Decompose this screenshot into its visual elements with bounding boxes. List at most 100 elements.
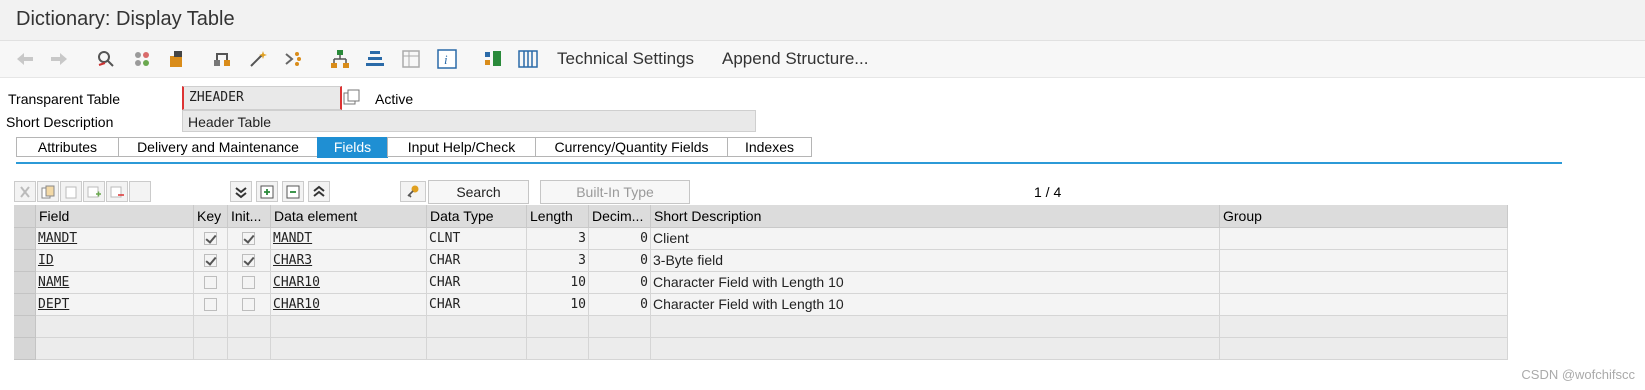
- row-selector[interactable]: [14, 338, 36, 360]
- stack-icon[interactable]: [364, 49, 386, 69]
- table-row-description[interactable]: 3-Byte field: [651, 250, 1220, 272]
- table-row-data-element[interactable]: CHAR10: [271, 294, 427, 316]
- empty-cell[interactable]: [36, 338, 194, 360]
- column-header-group[interactable]: Group: [1220, 205, 1508, 228]
- empty-cell[interactable]: [651, 316, 1220, 338]
- paste-icon[interactable]: [60, 181, 82, 202]
- hierarchy-icon[interactable]: [329, 49, 351, 69]
- table-row-decimals[interactable]: 0: [589, 228, 651, 250]
- table-row-group[interactable]: [1220, 272, 1508, 294]
- init-checkbox[interactable]: [242, 232, 255, 245]
- copy-rows-icon[interactable]: [37, 181, 59, 202]
- row-selector[interactable]: [14, 272, 36, 294]
- table-row-group[interactable]: [1220, 228, 1508, 250]
- table-row-decimals[interactable]: 0: [589, 294, 651, 316]
- empty-cell[interactable]: [589, 338, 651, 360]
- row-selector[interactable]: [14, 250, 36, 272]
- short-description-field[interactable]: Header Table: [182, 110, 756, 132]
- column-header-field[interactable]: Field: [36, 205, 194, 228]
- column-header-init[interactable]: Init...: [228, 205, 271, 228]
- column-header-data-element[interactable]: Data element: [271, 205, 427, 228]
- table-row-data-element[interactable]: CHAR3: [271, 250, 427, 272]
- column-header-short-description[interactable]: Short Description: [651, 205, 1220, 228]
- table-row-field[interactable]: NAME: [36, 272, 194, 294]
- table-layout-icon[interactable]: [400, 49, 422, 69]
- tab-currency-quantity-fields[interactable]: Currency/Quantity Fields: [535, 137, 728, 157]
- empty-cell[interactable]: [1220, 316, 1508, 338]
- table-row-decimals[interactable]: 0: [589, 250, 651, 272]
- table-row-group[interactable]: [1220, 294, 1508, 316]
- select-all-cell[interactable]: [14, 205, 36, 228]
- table-row-length[interactable]: 10: [527, 272, 589, 294]
- empty-cell[interactable]: [527, 338, 589, 360]
- key-icon[interactable]: [400, 181, 426, 202]
- empty-cell[interactable]: [651, 338, 1220, 360]
- activate-icon[interactable]: [166, 49, 188, 69]
- collapse-up-icon[interactable]: [308, 181, 330, 202]
- column-header-key[interactable]: Key: [194, 205, 228, 228]
- columns-icon[interactable]: [517, 49, 539, 69]
- table-row-group[interactable]: [1220, 250, 1508, 272]
- insert-new-icon[interactable]: [256, 181, 278, 202]
- tab-input-help-check[interactable]: Input Help/Check: [387, 137, 536, 157]
- table-row-data-type[interactable]: CLNT: [427, 228, 527, 250]
- table-row-decimals[interactable]: 0: [589, 272, 651, 294]
- display-change-icon[interactable]: [95, 49, 117, 69]
- table-row-length[interactable]: 10: [527, 294, 589, 316]
- table-row-field[interactable]: ID: [36, 250, 194, 272]
- empty-cell[interactable]: [527, 316, 589, 338]
- key-checkbox[interactable]: [204, 276, 217, 289]
- table-name-field[interactable]: ZHEADER: [182, 86, 342, 110]
- empty-cell[interactable]: [271, 338, 427, 360]
- table-row-data-element[interactable]: CHAR10: [271, 272, 427, 294]
- cut-icon[interactable]: [14, 181, 36, 202]
- empty-cell[interactable]: [589, 316, 651, 338]
- builtin-type-button[interactable]: Built-In Type: [540, 180, 690, 204]
- tab-indexes[interactable]: Indexes: [727, 137, 812, 157]
- empty-cell[interactable]: [228, 316, 271, 338]
- init-checkbox[interactable]: [242, 276, 255, 289]
- table-row-field[interactable]: MANDT: [36, 228, 194, 250]
- key-checkbox[interactable]: [204, 298, 217, 311]
- init-checkbox[interactable]: [242, 298, 255, 311]
- empty-cell[interactable]: [194, 316, 228, 338]
- table-row-description[interactable]: Character Field with Length 10: [651, 272, 1220, 294]
- table-row-data-type[interactable]: CHAR: [427, 294, 527, 316]
- table-row-description[interactable]: Client: [651, 228, 1220, 250]
- info-icon[interactable]: i: [436, 49, 458, 69]
- empty-cell[interactable]: [271, 316, 427, 338]
- forward-arrow-icon[interactable]: [48, 49, 70, 69]
- table-row-data-element[interactable]: MANDT: [271, 228, 427, 250]
- tab-attributes[interactable]: Attributes: [16, 137, 119, 157]
- empty-cell[interactable]: [427, 316, 527, 338]
- key-checkbox[interactable]: [204, 254, 217, 267]
- column-header-data-type[interactable]: Data Type: [427, 205, 527, 228]
- expand-down-icon[interactable]: [230, 181, 252, 202]
- table-row-description[interactable]: Character Field with Length 10: [651, 294, 1220, 316]
- table-row-length[interactable]: 3: [527, 228, 589, 250]
- row-selector[interactable]: [14, 294, 36, 316]
- table-row-data-type[interactable]: CHAR: [427, 272, 527, 294]
- table-row-field[interactable]: DEPT: [36, 294, 194, 316]
- append-structure-button[interactable]: Append Structure...: [722, 49, 868, 69]
- key-checkbox[interactable]: [204, 232, 217, 245]
- magic-wand-icon[interactable]: [247, 49, 269, 69]
- technical-settings-button[interactable]: Technical Settings: [557, 49, 694, 69]
- append-row-icon[interactable]: [83, 181, 105, 202]
- tab-delivery-and-maintenance[interactable]: Delivery and Maintenance: [118, 137, 318, 157]
- other-object-icon[interactable]: [131, 49, 153, 69]
- empty-cell[interactable]: [427, 338, 527, 360]
- back-arrow-icon[interactable]: [14, 49, 36, 69]
- empty-cell[interactable]: [194, 338, 228, 360]
- copy-icon[interactable]: [343, 89, 361, 107]
- empty-cell[interactable]: [1220, 338, 1508, 360]
- init-checkbox[interactable]: [242, 254, 255, 267]
- search-button[interactable]: Search: [428, 180, 529, 204]
- column-header-length[interactable]: Length: [527, 205, 589, 228]
- delete-entry-icon[interactable]: [282, 181, 304, 202]
- object-list-icon[interactable]: [482, 49, 504, 69]
- where-used-icon[interactable]: [211, 49, 233, 69]
- delete-row-icon[interactable]: [106, 181, 128, 202]
- row-selector[interactable]: [14, 316, 36, 338]
- row-selector[interactable]: [14, 228, 36, 250]
